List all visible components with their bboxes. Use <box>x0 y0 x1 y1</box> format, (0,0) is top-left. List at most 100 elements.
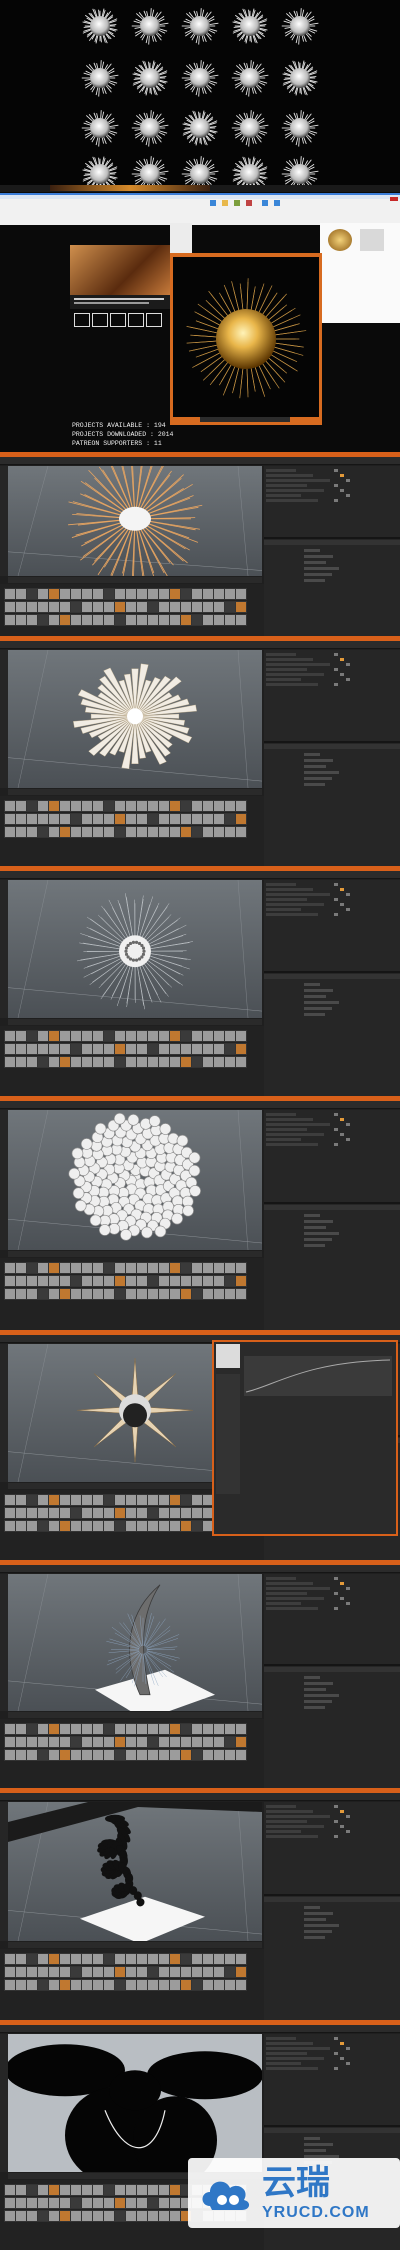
object-row[interactable] <box>266 489 324 492</box>
material-swatch[interactable] <box>235 1736 247 1748</box>
thumbnail-item[interactable] <box>281 156 319 185</box>
thumbnail-item[interactable] <box>81 60 119 97</box>
thumbnail-item[interactable] <box>182 110 218 146</box>
menu-bar[interactable] <box>0 1565 400 1573</box>
object-manager-panel[interactable] <box>264 650 400 866</box>
attribute-field[interactable] <box>304 1682 333 1685</box>
object-tag-icon[interactable] <box>346 663 350 666</box>
panel-separator[interactable] <box>264 537 400 539</box>
menu-bar[interactable] <box>0 1793 400 1801</box>
object-row[interactable] <box>266 1597 324 1600</box>
object-tag-icon[interactable] <box>340 1582 344 1585</box>
attributes-tabs[interactable] <box>264 974 400 979</box>
object-tag-icon[interactable] <box>334 1592 338 1595</box>
timeline-bar[interactable] <box>8 1712 262 1718</box>
material-swatch[interactable] <box>235 826 247 838</box>
object-row[interactable] <box>266 474 313 477</box>
object-row[interactable] <box>266 673 324 676</box>
timeline-bar[interactable] <box>8 577 262 583</box>
object-row[interactable] <box>266 913 318 916</box>
object-tag-icon[interactable] <box>340 1133 344 1136</box>
object-row[interactable] <box>266 663 330 666</box>
timeline-bar[interactable] <box>8 1019 262 1025</box>
object-tag-icon[interactable] <box>346 479 350 482</box>
attribute-field[interactable] <box>304 1918 326 1921</box>
thumbnail-item[interactable] <box>282 60 318 96</box>
attribute-field[interactable] <box>304 1232 339 1235</box>
object-row[interactable] <box>266 653 296 656</box>
object-row[interactable] <box>266 1835 318 1838</box>
timeline-bar[interactable] <box>8 1251 262 1257</box>
material-swatch[interactable] <box>235 813 247 825</box>
object-row[interactable] <box>266 2052 307 2055</box>
object-tag-icon[interactable] <box>334 668 338 671</box>
object-row[interactable] <box>266 2057 324 2060</box>
timeline-bar[interactable] <box>8 1942 262 1948</box>
thumbnail-item[interactable] <box>132 60 168 96</box>
object-row[interactable] <box>266 479 330 482</box>
material-manager[interactable] <box>0 1258 264 1330</box>
object-tag-icon[interactable] <box>334 2037 338 2040</box>
object-tag-icon[interactable] <box>334 898 338 901</box>
object-row[interactable] <box>266 1143 318 1146</box>
material-swatch[interactable] <box>235 1979 247 1991</box>
object-tag-icon[interactable] <box>346 1602 350 1605</box>
attribute-field[interactable] <box>304 1694 339 1697</box>
app-1[interactable] <box>0 452 400 636</box>
curve-graph[interactable] <box>244 1356 392 1396</box>
category-icon[interactable] <box>146 313 162 327</box>
object-row[interactable] <box>266 888 313 891</box>
object-row[interactable] <box>266 2042 313 2045</box>
object-row[interactable] <box>266 1805 296 1808</box>
material-manager[interactable] <box>0 1026 264 1096</box>
3d-viewport[interactable] <box>8 1110 262 1250</box>
object-tag-icon[interactable] <box>334 2067 338 2070</box>
object-tag-icon[interactable] <box>334 883 338 886</box>
attribute-field[interactable] <box>304 995 326 998</box>
left-toolbar[interactable] <box>0 1110 8 1250</box>
thumbnail-item[interactable] <box>181 8 219 45</box>
material-manager[interactable] <box>0 796 264 866</box>
3d-viewport[interactable] <box>8 1574 262 1711</box>
object-manager-panel[interactable] <box>264 466 400 636</box>
menu-bar[interactable] <box>0 2025 400 2033</box>
3d-viewport[interactable] <box>8 880 262 1018</box>
object-tag-icon[interactable] <box>340 1825 344 1828</box>
object-tag-icon[interactable] <box>340 903 344 906</box>
left-toolbar[interactable] <box>0 650 8 788</box>
material-swatch[interactable] <box>235 800 247 812</box>
object-tag-icon[interactable] <box>334 1607 338 1610</box>
object-row[interactable] <box>266 1607 318 1610</box>
object-row[interactable] <box>266 484 307 487</box>
object-row[interactable] <box>266 903 324 906</box>
attribute-field[interactable] <box>304 567 339 570</box>
panel-separator[interactable] <box>264 1202 400 1204</box>
attributes-tabs[interactable] <box>264 1205 400 1210</box>
attribute-field[interactable] <box>304 1688 326 1691</box>
attribute-field[interactable] <box>304 1676 320 1679</box>
file-thumbnail[interactable] <box>360 229 384 251</box>
object-tag-icon[interactable] <box>334 469 338 472</box>
ribbon-icon[interactable] <box>210 200 216 206</box>
material-swatch[interactable] <box>235 1723 247 1735</box>
object-row[interactable] <box>266 1582 313 1585</box>
attribute-field[interactable] <box>304 1214 320 1217</box>
attribute-field[interactable] <box>304 549 320 552</box>
attribute-field[interactable] <box>304 1912 333 1915</box>
3d-viewport[interactable] <box>8 650 262 788</box>
object-tag-icon[interactable] <box>334 1835 338 1838</box>
object-row[interactable] <box>266 668 307 671</box>
object-row[interactable] <box>266 683 318 686</box>
object-tag-icon[interactable] <box>340 888 344 891</box>
attribute-field[interactable] <box>304 573 332 576</box>
thumbnail-item[interactable] <box>81 110 119 147</box>
menu-bar[interactable] <box>0 457 400 465</box>
attributes-tabs[interactable] <box>264 540 400 545</box>
object-row[interactable] <box>266 1830 301 1833</box>
app-5[interactable] <box>0 1330 400 1560</box>
object-tag-icon[interactable] <box>334 653 338 656</box>
attribute-field[interactable] <box>304 1700 332 1703</box>
object-tag-icon[interactable] <box>340 2042 344 2045</box>
object-tag-icon[interactable] <box>346 2047 350 2050</box>
attribute-field[interactable] <box>304 1238 332 1241</box>
